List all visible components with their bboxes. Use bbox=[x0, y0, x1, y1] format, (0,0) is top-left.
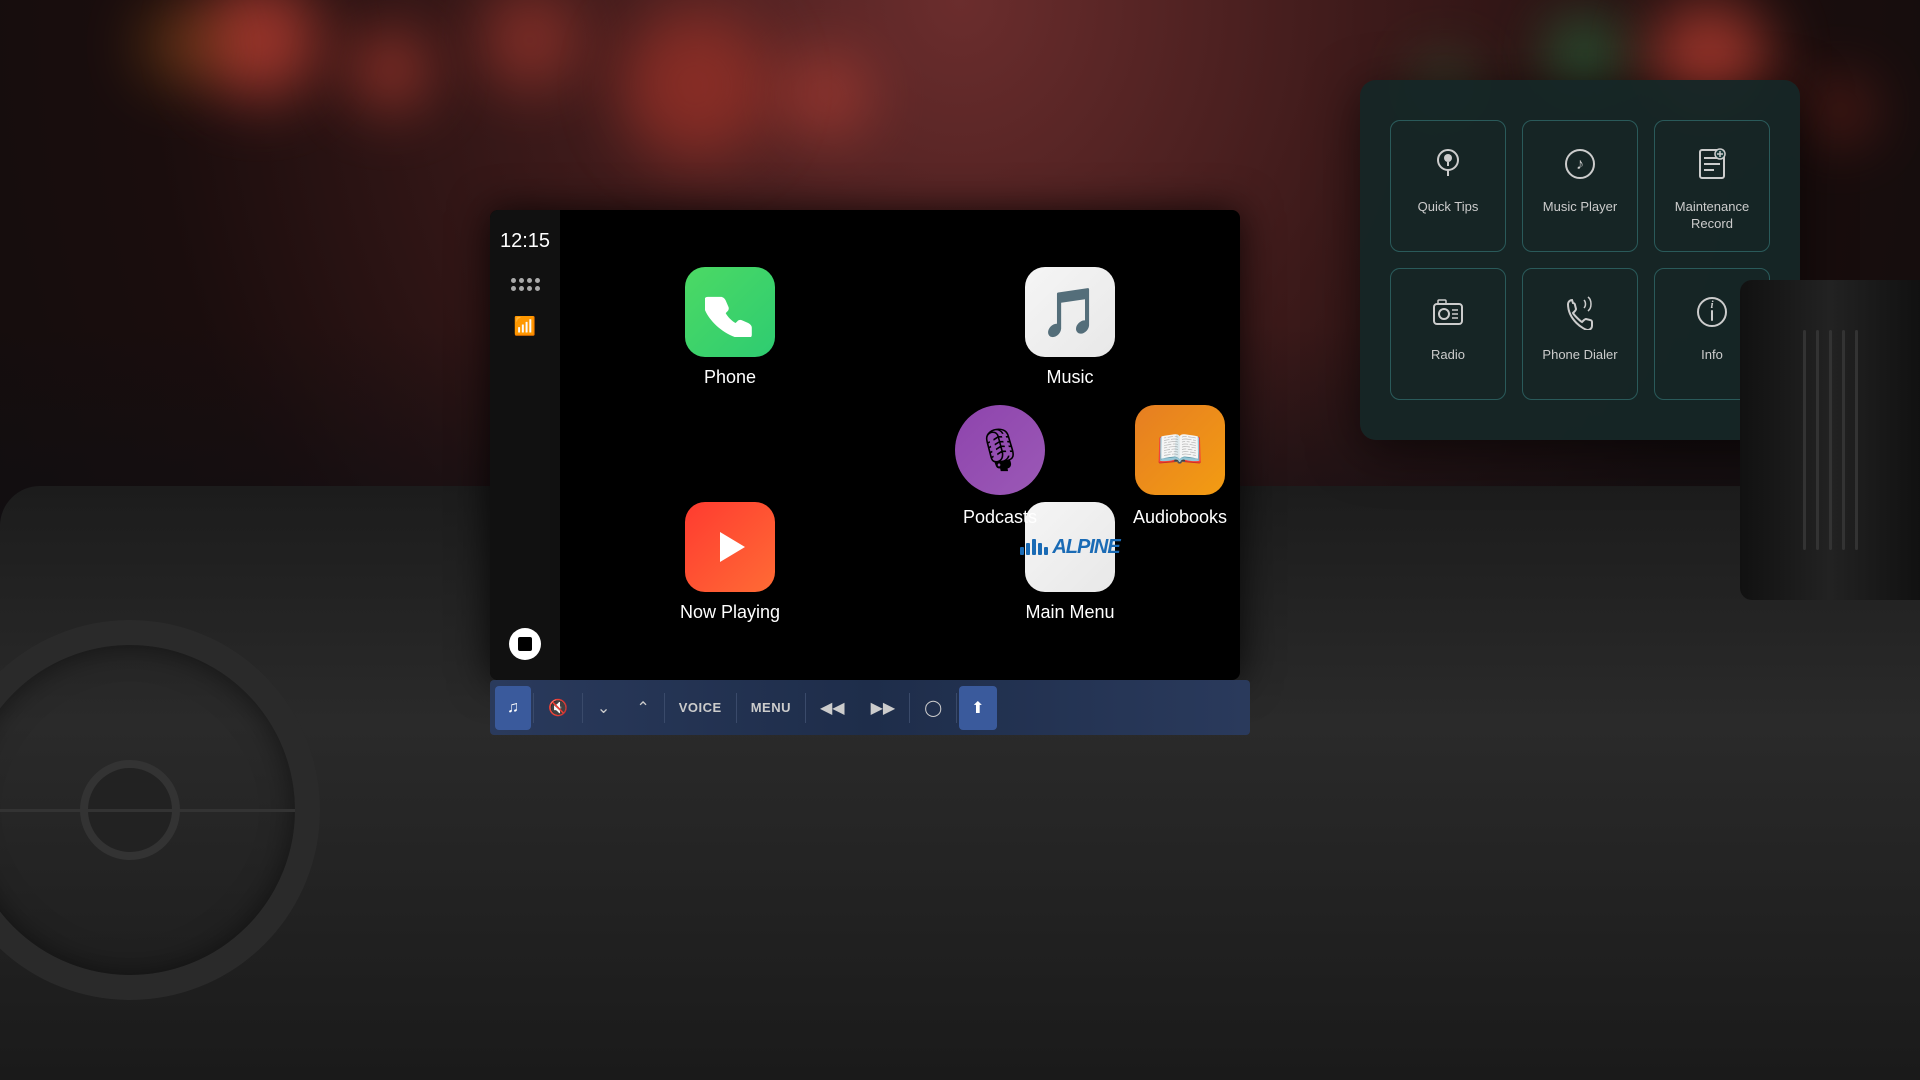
divider-5 bbox=[805, 693, 806, 723]
divider-3 bbox=[664, 693, 665, 723]
wifi-icon: 📶 bbox=[514, 316, 536, 337]
phone-dialer-label: Phone Dialer bbox=[1542, 347, 1617, 364]
right-vent bbox=[1740, 280, 1920, 600]
next-track-button[interactable]: ▶▶ bbox=[859, 686, 908, 730]
app-podcasts[interactable]: 🎙 Podcasts bbox=[910, 385, 1090, 548]
prev-track-button[interactable]: ◀◀ bbox=[808, 686, 857, 730]
now-playing-icon bbox=[685, 502, 775, 592]
up-button[interactable]: ⌃ bbox=[624, 686, 661, 730]
svg-text:♪: ♪ bbox=[1576, 156, 1584, 173]
popup-item-radio[interactable]: Radio bbox=[1390, 268, 1506, 400]
music-ctrl-button[interactable]: ♫ bbox=[495, 686, 531, 730]
music-player-icon: ♪ bbox=[1555, 139, 1605, 189]
info-icon: i bbox=[1687, 287, 1737, 337]
app-audiobooks[interactable]: 📖 Audiobooks bbox=[1090, 385, 1270, 548]
divider-4 bbox=[736, 693, 737, 723]
power-button[interactable]: ◯ bbox=[912, 686, 954, 730]
maintenance-record-label: Maintenance Record bbox=[1665, 199, 1759, 233]
popup-item-maintenance-record[interactable]: Maintenance Record bbox=[1654, 120, 1770, 252]
phone-icon bbox=[685, 267, 775, 357]
main-menu-label: Main Menu bbox=[1025, 602, 1114, 623]
divider-2 bbox=[582, 693, 583, 723]
podcasts-label: Podcasts bbox=[963, 507, 1037, 528]
quick-tips-icon bbox=[1423, 139, 1473, 189]
popup-item-music-player[interactable]: ♪ Music Player bbox=[1522, 120, 1638, 252]
radio-label: Radio bbox=[1431, 347, 1465, 364]
nav-button[interactable]: ⬆ bbox=[959, 686, 996, 730]
now-playing-label: Now Playing bbox=[680, 602, 780, 623]
popup-menu: Quick Tips ♪ Music Player bbox=[1360, 80, 1800, 440]
audiobooks-label: Audiobooks bbox=[1133, 507, 1227, 528]
app-phone[interactable]: Phone bbox=[560, 210, 900, 445]
quick-tips-label: Quick Tips bbox=[1418, 199, 1479, 216]
extended-apps: 🎙 Podcasts 📖 Audiobooks bbox=[910, 385, 1270, 548]
screen-sidebar: 12:15 📶 bbox=[490, 210, 560, 680]
phone-label: Phone bbox=[704, 367, 756, 388]
time-display: 12:15 bbox=[500, 230, 550, 253]
music-icon: 🎵 bbox=[1025, 267, 1115, 357]
divider-1 bbox=[533, 693, 534, 723]
popup-grid: Quick Tips ♪ Music Player bbox=[1390, 120, 1770, 400]
down-button[interactable]: ⌄ bbox=[585, 686, 622, 730]
voice-button[interactable]: VOICE bbox=[667, 686, 734, 730]
radio-icon bbox=[1423, 287, 1473, 337]
maintenance-record-icon bbox=[1687, 139, 1737, 189]
info-label: Info bbox=[1701, 347, 1723, 364]
signal-indicator bbox=[511, 278, 540, 291]
app-now-playing[interactable]: Now Playing bbox=[560, 445, 900, 680]
music-player-label: Music Player bbox=[1543, 199, 1617, 216]
phone-dialer-icon bbox=[1555, 287, 1605, 337]
svg-text:i: i bbox=[1710, 299, 1714, 311]
control-bar: ♫ 🔇 ⌄ ⌃ VOICE MENU ◀◀ ▶▶ ◯ ⬆ bbox=[490, 680, 1250, 735]
menu-button[interactable]: MENU bbox=[739, 686, 803, 730]
divider-7 bbox=[956, 693, 957, 723]
popup-item-quick-tips[interactable]: Quick Tips bbox=[1390, 120, 1506, 252]
audiobooks-icon: 📖 bbox=[1135, 405, 1225, 495]
mute-button[interactable]: 🔇 bbox=[536, 686, 580, 730]
popup-item-phone-dialer[interactable]: Phone Dialer bbox=[1522, 268, 1638, 400]
divider-6 bbox=[909, 693, 910, 723]
podcasts-icon: 🎙 bbox=[955, 405, 1045, 495]
home-button[interactable] bbox=[509, 628, 541, 660]
